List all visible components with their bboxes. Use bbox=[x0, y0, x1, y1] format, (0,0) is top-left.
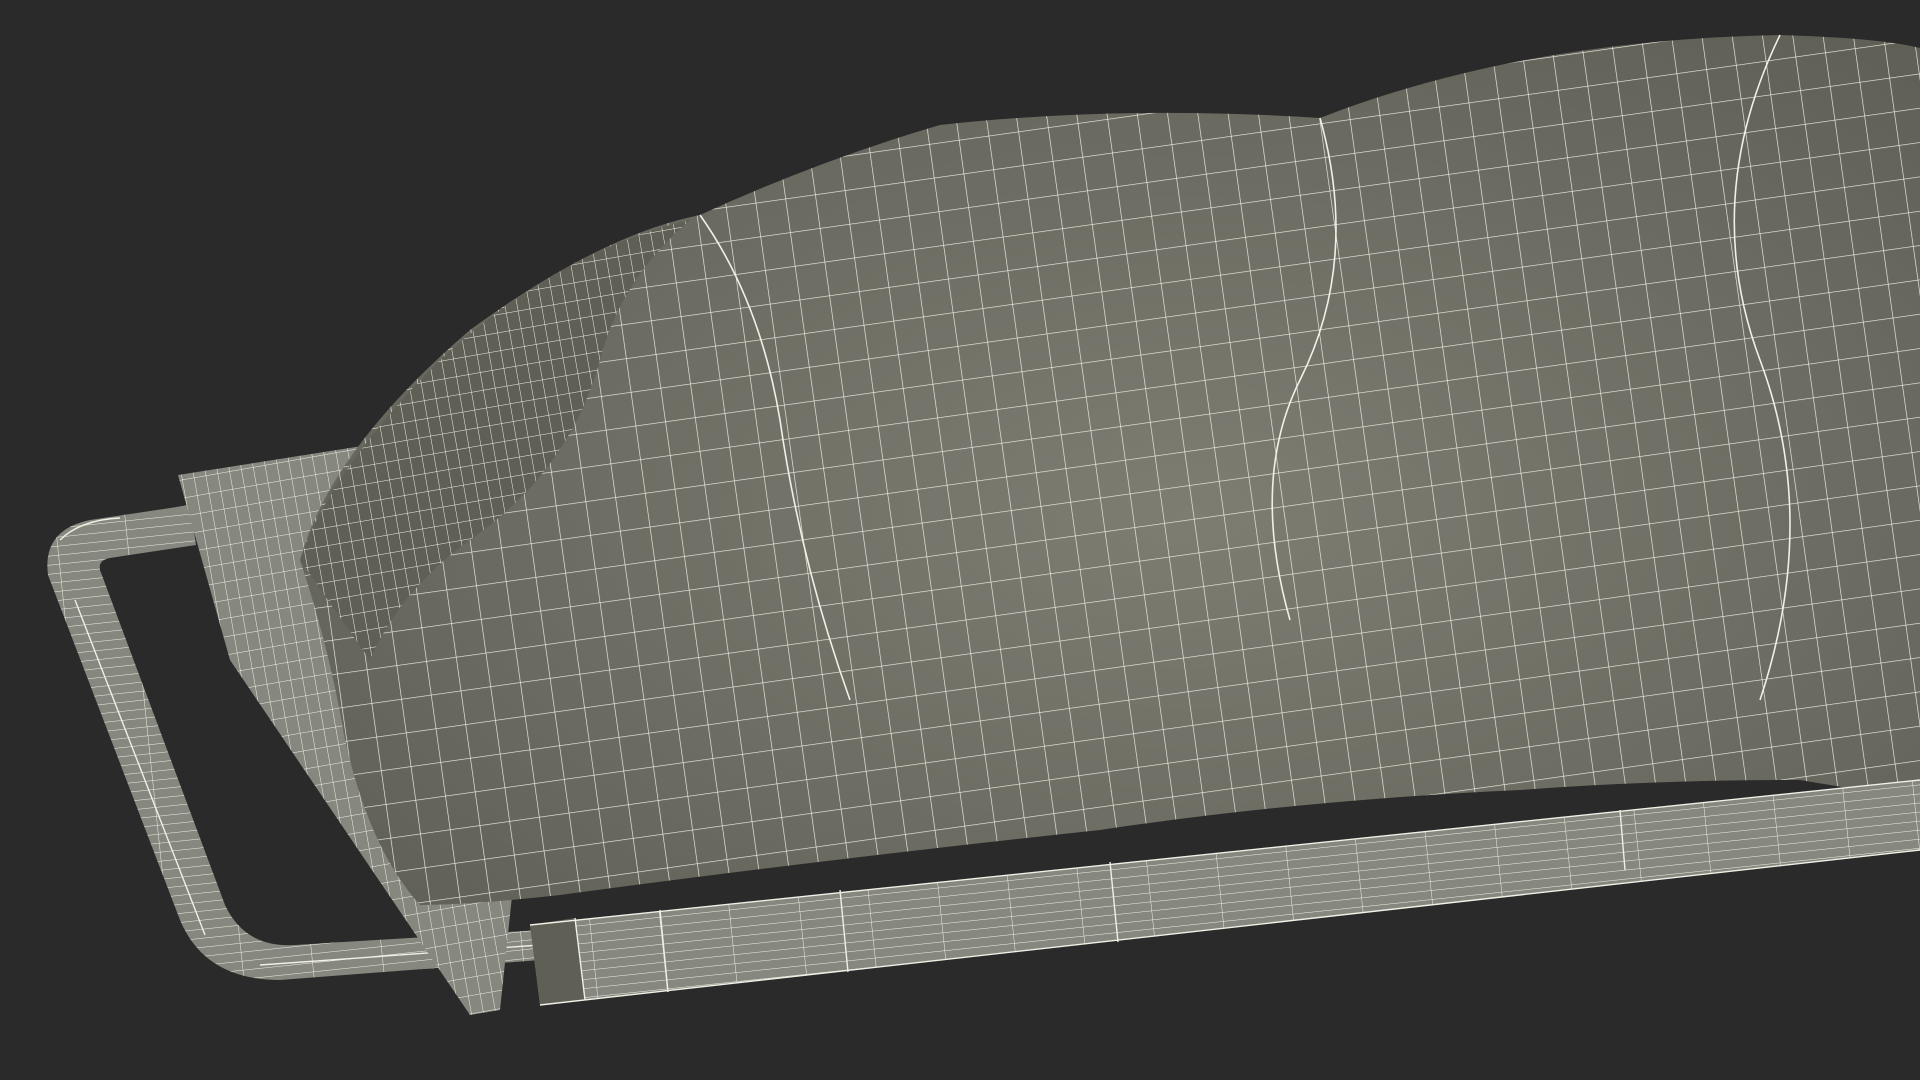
wireframe-render-viewport bbox=[0, 0, 1920, 1080]
